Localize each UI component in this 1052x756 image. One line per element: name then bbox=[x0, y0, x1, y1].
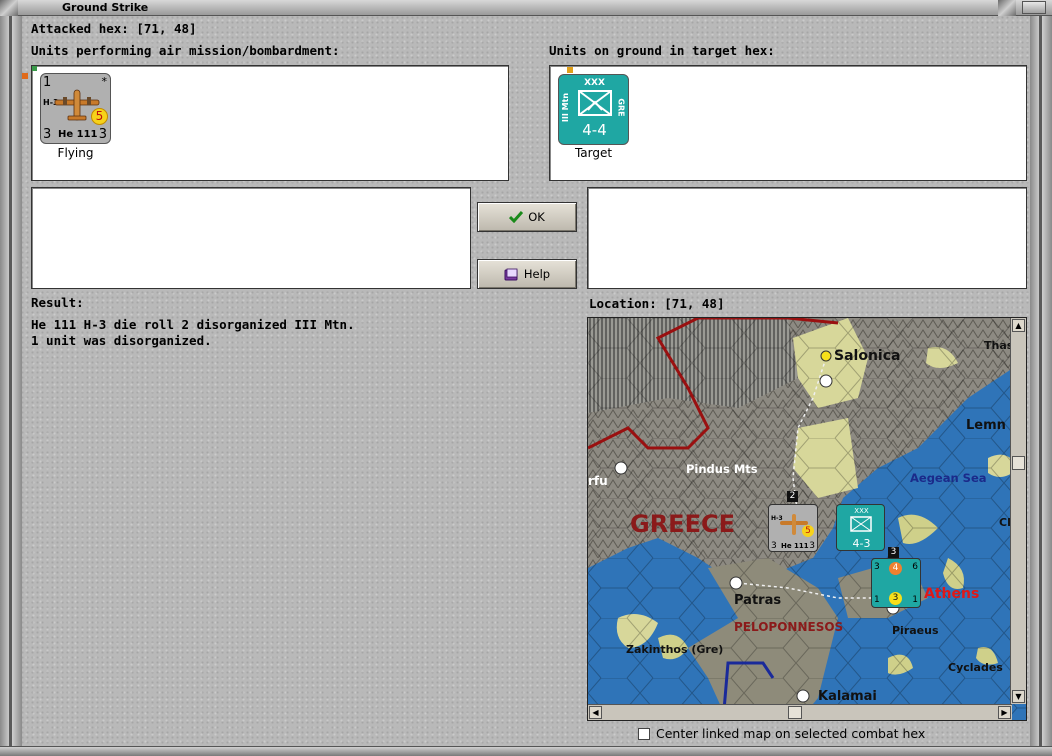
map-label-rfu: rfu bbox=[588, 474, 608, 488]
map-stack-bottom-left: 1 bbox=[874, 595, 880, 605]
air-unit-top-left: 1 bbox=[43, 75, 52, 90]
center-map-option[interactable]: Center linked map on selected combat hex bbox=[638, 726, 925, 741]
map-label-cyclades: Cyclades bbox=[948, 661, 1003, 674]
map-air-stack-count: 2 bbox=[787, 491, 798, 502]
ok-button-label: OK bbox=[528, 210, 545, 224]
combat-location-map[interactable]: Salonica Thas Lemn Pindus Mts Aegean Sea… bbox=[587, 317, 1027, 721]
map-ground-unit-size: XXX bbox=[854, 507, 869, 515]
map-label-athens: Athens bbox=[924, 586, 980, 602]
ground-units-header: Units on ground in target hex: bbox=[549, 43, 775, 58]
map-label-thas: Thas bbox=[984, 339, 1014, 352]
map-stack-bottom-badge: 3 bbox=[889, 592, 902, 605]
air-units-header: Units performing air mission/bombardment… bbox=[31, 43, 340, 58]
map-label-peloponnesos: PELOPONNESOS bbox=[734, 620, 844, 634]
ground-unit-counter[interactable]: XXX III Mtn GRE 4-4 bbox=[558, 74, 629, 145]
infantry-symbol-icon bbox=[578, 90, 612, 116]
attacked-hex-label: Attacked hex: bbox=[31, 21, 129, 36]
air-unit-top-right: * bbox=[101, 75, 108, 88]
center-map-label: Center linked map on selected combat hex bbox=[656, 726, 926, 741]
scroll-up-icon[interactable]: ▲ bbox=[1012, 319, 1025, 332]
map-air-unit-right-value: 3 bbox=[809, 541, 815, 551]
ground-unit-size: XXX bbox=[584, 78, 605, 88]
help-button-label: Help bbox=[523, 267, 551, 281]
air-unit-name: He 111 bbox=[58, 129, 98, 140]
map-stacked-units-counter[interactable]: 3 4 6 1 3 1 bbox=[871, 558, 921, 608]
air-detail-panel[interactable] bbox=[31, 187, 471, 289]
map-label-greece: GREECE bbox=[630, 510, 735, 538]
ground-unit-caption: Target bbox=[574, 146, 613, 160]
bottom-window-border bbox=[0, 746, 1052, 756]
help-button[interactable]: Help bbox=[477, 259, 577, 289]
map-label-pindus: Pindus Mts bbox=[686, 462, 758, 476]
checkmark-icon bbox=[509, 211, 524, 223]
location-line: Location: [71, 48] bbox=[589, 296, 724, 311]
book-icon bbox=[504, 268, 518, 280]
air-unit-counter[interactable]: 1 * H-3 5 3 He 111 3 bbox=[40, 73, 111, 144]
title-bar-ornament bbox=[998, 0, 1016, 16]
air-unit-left-value: 3 bbox=[43, 127, 52, 142]
result-line-1: He 111 H-3 die roll 2 disorganized III M… bbox=[31, 317, 355, 332]
map-ground-unit-strength: 4-3 bbox=[852, 537, 871, 550]
window-control-button[interactable] bbox=[1022, 1, 1046, 14]
map-label-aegean: Aegean Sea bbox=[910, 471, 987, 485]
map-label-piraeus: Piraeus bbox=[892, 624, 939, 637]
ground-unit-strength: 4-4 bbox=[582, 121, 607, 139]
map-air-unit-counter[interactable]: H-3 5 3 He 111 3 bbox=[768, 504, 818, 552]
scroll-right-icon[interactable]: ▶ bbox=[998, 706, 1011, 719]
map-stack-count: 3 bbox=[888, 547, 899, 558]
window-title: Ground Strike bbox=[62, 1, 149, 14]
ok-button[interactable]: OK bbox=[477, 202, 577, 232]
map-air-unit-badge: 5 bbox=[802, 525, 814, 537]
status-square-icon bbox=[567, 67, 573, 73]
right-window-border bbox=[1030, 16, 1052, 756]
map-stack-bottom-right: 1 bbox=[912, 595, 918, 605]
horizontal-scroll-thumb[interactable] bbox=[788, 706, 802, 719]
attacked-hex-coords: [71, 48] bbox=[136, 21, 197, 36]
air-unit-caption: Flying bbox=[57, 146, 94, 160]
title-bar[interactable]: Ground Strike bbox=[0, 0, 1052, 16]
map-air-unit-name: He 111 bbox=[781, 542, 809, 550]
status-dot-icon bbox=[32, 66, 37, 71]
map-horizontal-scrollbar[interactable]: ◀ ▶ bbox=[588, 704, 1012, 720]
scroll-down-icon[interactable]: ▼ bbox=[1012, 690, 1025, 703]
map-label-zakinthos: Zakinthos (Gre) bbox=[626, 643, 724, 656]
left-window-border bbox=[0, 16, 22, 756]
attacked-hex-line: Attacked hex: [71, 48] bbox=[31, 21, 197, 36]
air-unit-right-value: 3 bbox=[98, 127, 107, 142]
scroll-left-icon[interactable]: ◀ bbox=[589, 706, 602, 719]
map-vertical-scrollbar[interactable]: ▲ ▼ bbox=[1010, 318, 1026, 704]
vertical-scroll-thumb[interactable] bbox=[1012, 456, 1025, 470]
map-label-patras: Patras bbox=[734, 593, 782, 608]
ground-detail-panel[interactable] bbox=[587, 187, 1027, 289]
map-infantry-icon bbox=[850, 516, 872, 532]
status-square-icon bbox=[22, 73, 28, 79]
map-ground-unit-counter[interactable]: XXX 4-3 bbox=[836, 504, 885, 551]
ground-unit-side-left: III Mtn bbox=[561, 92, 571, 123]
map-air-unit-left-value: 3 bbox=[771, 541, 777, 551]
air-unit-badge: 5 bbox=[91, 108, 108, 125]
result-line-2: 1 unit was disorganized. bbox=[31, 333, 212, 348]
map-stack-top-left: 3 bbox=[874, 562, 880, 572]
window-menu-icon[interactable] bbox=[0, 0, 18, 16]
location-coords: [71, 48] bbox=[664, 296, 725, 311]
map-label-kalamai: Kalamai bbox=[818, 689, 877, 704]
center-map-checkbox[interactable] bbox=[638, 727, 650, 740]
map-stack-top-badge: 4 bbox=[889, 562, 902, 575]
ground-units-panel[interactable]: XXX III Mtn GRE 4-4 Target bbox=[549, 65, 1027, 181]
map-label-lemn: Lemn bbox=[966, 418, 1006, 433]
location-label: Location: bbox=[589, 296, 657, 311]
map-stack-top-right: 6 bbox=[912, 562, 918, 572]
map-label-salonica: Salonica bbox=[834, 348, 901, 364]
air-units-panel[interactable]: 1 * H-3 5 3 He 111 3 Flying bbox=[22, 65, 509, 181]
result-header: Result: bbox=[31, 295, 84, 310]
ground-unit-side-right: GRE bbox=[616, 98, 626, 117]
